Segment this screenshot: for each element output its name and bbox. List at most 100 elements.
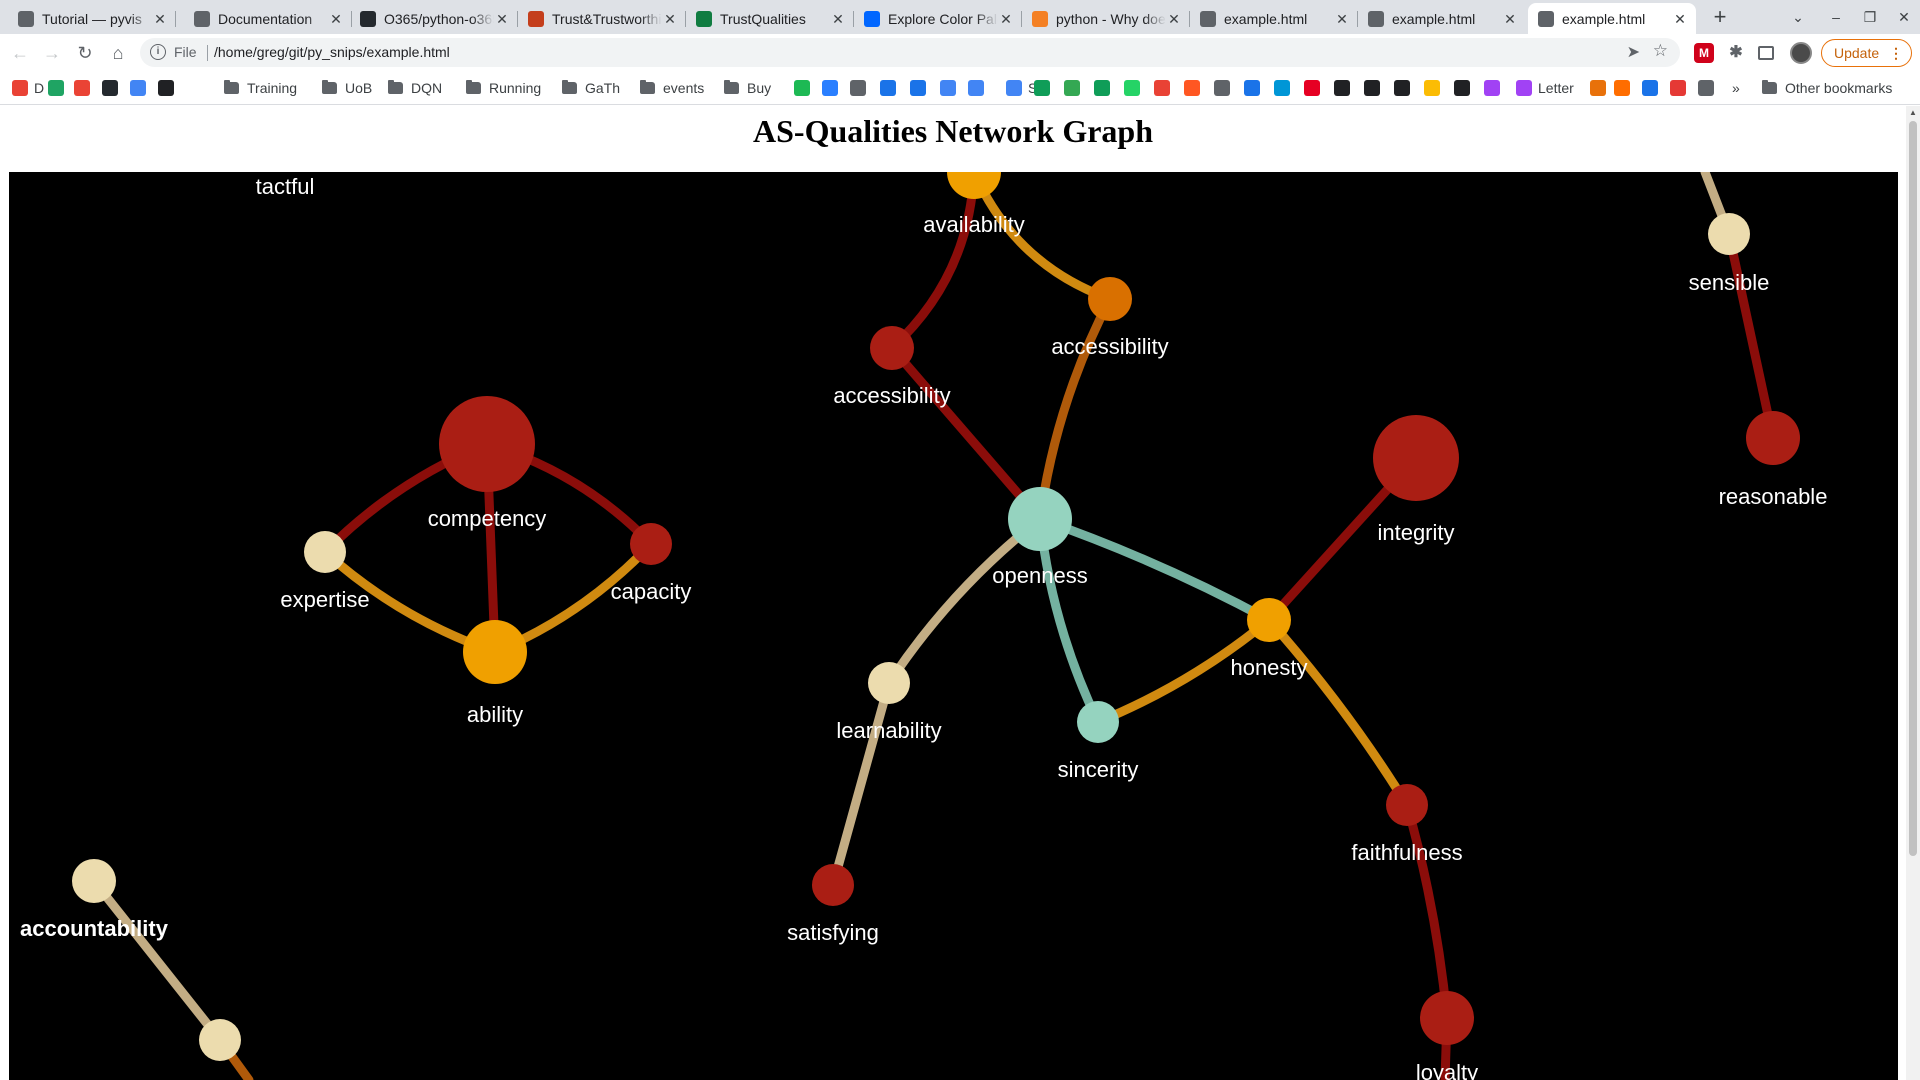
bookmark-item[interactable] [1214, 78, 1230, 98]
browser-tab[interactable]: python - Why does ✕ [1022, 3, 1190, 34]
bookmark-favicon-icon[interactable] [1184, 80, 1200, 96]
bookmark-favicon-icon[interactable] [1214, 80, 1230, 96]
bookmark-item[interactable] [1184, 78, 1200, 98]
extension-mendeley-icon[interactable]: M [1694, 43, 1714, 63]
address-bar[interactable]: i File /home/greg/git/py_snips/example.h… [140, 38, 1680, 67]
bookmark-favicon-icon[interactable] [1484, 80, 1500, 96]
graph-edge[interactable] [1035, 294, 1115, 524]
graph-edge[interactable] [1402, 800, 1452, 1023]
browser-tab[interactable]: example.html ✕ [1358, 3, 1526, 34]
reload-button[interactable]: ↻ [73, 41, 97, 65]
tab-close-icon[interactable]: ✕ [1502, 11, 1518, 27]
graph-node-circle[interactable] [72, 859, 116, 903]
bookmark-folder[interactable]: DQN [388, 78, 442, 98]
tab-search-chevron-icon[interactable]: ⌄ [1786, 6, 1810, 28]
graph-node-circle[interactable] [1746, 411, 1800, 465]
bookmark-item[interactable] [940, 78, 956, 98]
send-to-device-icon[interactable]: ➤ [1627, 42, 1640, 62]
bookmark-favicon-icon[interactable] [1304, 80, 1320, 96]
tab-close-icon[interactable]: ✕ [328, 11, 344, 27]
bookmark-item[interactable] [102, 78, 118, 98]
graph-node-competency[interactable]: competency [428, 396, 547, 531]
bookmark-item[interactable] [1484, 78, 1500, 98]
graph-node-accessibility_r[interactable]: accessibility [1051, 277, 1169, 359]
bookmark-favicon-icon[interactable] [1698, 80, 1714, 96]
scroll-up-arrow-icon[interactable]: ▲ [1906, 106, 1920, 120]
tab-close-icon[interactable]: ✕ [494, 11, 510, 27]
graph-node-tactful[interactable]: tactful [256, 174, 315, 199]
scroll-thumb[interactable] [1909, 121, 1917, 856]
bookmark-item[interactable] [1614, 78, 1630, 98]
graph-edge[interactable] [884, 514, 1045, 688]
graph-node-circle[interactable] [630, 523, 672, 565]
graph-node-learnability[interactable]: learnability [836, 662, 942, 743]
bookmark-favicon-icon[interactable] [822, 80, 838, 96]
bookmark-folder[interactable]: Other bookmarks [1762, 78, 1892, 98]
tab-close-icon[interactable]: ✕ [1334, 11, 1350, 27]
bookmark-favicon-icon[interactable] [850, 80, 866, 96]
bookmark-item[interactable] [1034, 78, 1050, 98]
bookmark-item[interactable] [1364, 78, 1380, 98]
bookmark-favicon-icon[interactable] [940, 80, 956, 96]
graph-node-circle[interactable] [868, 662, 910, 704]
browser-tab[interactable]: Tutorial — pyvis ✕ [8, 3, 176, 34]
graph-edge[interactable] [887, 343, 1045, 524]
restore-button[interactable]: ❐ [1858, 6, 1882, 28]
site-info-icon[interactable]: i [150, 44, 166, 60]
browser-tab[interactable]: O365/python-o365 ✕ [350, 3, 518, 34]
profile-avatar[interactable] [1790, 42, 1812, 64]
graph-node-circle[interactable] [1708, 213, 1750, 255]
bookmark-favicon-icon[interactable] [1364, 80, 1380, 96]
graph-node-circle[interactable] [1088, 277, 1132, 321]
bookmark-item[interactable] [130, 78, 146, 98]
graph-node-circle[interactable] [199, 1019, 241, 1061]
bookmark-folder[interactable]: Running [466, 78, 541, 98]
bookmark-favicon-icon[interactable] [1274, 80, 1290, 96]
bookmark-favicon-icon[interactable] [1642, 80, 1658, 96]
graph-node-reasonable[interactable]: reasonable [1719, 411, 1828, 509]
bookmark-favicon-icon[interactable] [1614, 80, 1630, 96]
bookmark-item[interactable] [910, 78, 926, 98]
bookmark-item[interactable]: Letter [1516, 78, 1574, 98]
graph-node-loyalty[interactable]: loyalty [1416, 991, 1478, 1080]
bookmark-item[interactable] [880, 78, 896, 98]
graph-edge[interactable] [1264, 615, 1412, 810]
update-button[interactable]: Update ⋮ [1821, 39, 1912, 67]
bookmark-item[interactable] [1334, 78, 1350, 98]
graph-node-circle[interactable] [947, 172, 1001, 199]
graph-node-circle[interactable] [1247, 598, 1291, 642]
tab-close-icon[interactable]: ✕ [998, 11, 1014, 27]
bookmark-item[interactable] [1244, 78, 1260, 98]
bookmark-item[interactable] [1670, 78, 1686, 98]
new-tab-button[interactable]: + [1708, 6, 1732, 30]
bookmark-favicon-icon[interactable] [1454, 80, 1470, 96]
minimize-button[interactable]: – [1824, 6, 1848, 28]
graph-node-expertise[interactable]: expertise [280, 531, 370, 612]
graph-node-circle[interactable] [1008, 487, 1072, 551]
side-panel-icon[interactable] [1758, 46, 1774, 60]
graph-edge[interactable] [887, 172, 979, 353]
bookmark-item[interactable]: D [12, 78, 44, 98]
bookmark-item[interactable] [850, 78, 866, 98]
bookmark-folder[interactable]: Training [224, 78, 297, 98]
bookmark-item[interactable] [794, 78, 810, 98]
graph-node-circle[interactable] [812, 864, 854, 906]
bookmark-folder[interactable]: UoB [322, 78, 372, 98]
bookmark-favicon-icon[interactable] [910, 80, 926, 96]
bookmark-item[interactable] [1394, 78, 1410, 98]
graph-node-circle[interactable] [1373, 415, 1459, 501]
bookmark-item[interactable] [1064, 78, 1080, 98]
tab-close-icon[interactable]: ✕ [830, 11, 846, 27]
graph-node-circle[interactable] [1386, 784, 1428, 826]
bookmark-favicon-icon[interactable] [794, 80, 810, 96]
network-graph[interactable]: tactful availability accessibility accessib… [9, 172, 1898, 1080]
page-scrollbar[interactable]: ▲ [1906, 106, 1920, 1080]
bookmark-favicon-icon[interactable] [1064, 80, 1080, 96]
bookmark-favicon-icon[interactable] [1394, 80, 1410, 96]
tab-close-icon[interactable]: ✕ [662, 11, 678, 27]
graph-edge[interactable] [828, 678, 894, 890]
bookmark-favicon-icon[interactable] [1244, 80, 1260, 96]
graph-node-accessibility_l[interactable]: accessibility [833, 326, 951, 408]
graph-node-ability[interactable]: ability [463, 620, 527, 727]
forward-button[interactable]: → [40, 41, 64, 65]
